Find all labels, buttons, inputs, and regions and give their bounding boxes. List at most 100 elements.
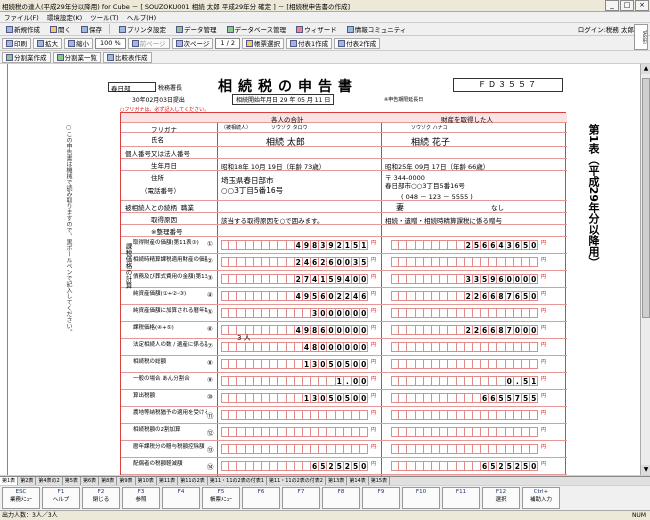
sheet-tab[interactable]: 第6表 xyxy=(81,477,100,485)
community-button[interactable]: 情報コミュニティ xyxy=(343,24,411,35)
function-key-f12[interactable]: F12 選択 xyxy=(482,487,520,509)
printer-settings-button[interactable]: プリンタ設定 xyxy=(115,24,170,35)
function-key-f1[interactable]: F1 ヘルプ xyxy=(42,487,80,509)
deceased-address2[interactable]: ○○3丁目5番16号 xyxy=(221,185,283,196)
sheet-tab[interactable]: 第5表 xyxy=(63,477,81,485)
submit-date[interactable]: 30年02月03日提出 xyxy=(132,95,185,104)
total-amount-cells[interactable]: 3000000 xyxy=(221,308,369,318)
function-key-f3[interactable]: F3 参照 xyxy=(122,487,160,509)
heir-amount-cells[interactable]: 226687000 xyxy=(391,325,539,335)
total-amount-cells[interactable]: 6525250 xyxy=(221,461,369,471)
total-amount-cells[interactable]: 13050500 xyxy=(221,393,369,403)
scroll-up-arrow[interactable]: ▲ xyxy=(641,64,650,74)
sheet-tab[interactable]: 第14表 xyxy=(347,477,369,485)
sheet-tab[interactable]: 第9表 xyxy=(117,477,136,485)
heir-amount-cells[interactable]: 6525250 xyxy=(391,461,539,471)
menu-help[interactable]: ヘルプ(H) xyxy=(123,12,160,22)
heir-amount-cells[interactable] xyxy=(391,410,539,420)
scroll-thumb[interactable] xyxy=(642,78,650,318)
prev-page-button[interactable]: 前ページ xyxy=(127,37,170,49)
total-amount-cells[interactable]: 274159400 xyxy=(221,274,369,284)
attach1-button[interactable]: 付表1作成 xyxy=(286,37,333,49)
deceased-birth[interactable]: 昭和18年 10月 19日（年齢 73歳） xyxy=(221,161,325,171)
total-amount-cells[interactable] xyxy=(221,444,369,454)
heir-birth[interactable]: 昭和25年 09月 17日（年齢 66歳） xyxy=(385,161,489,171)
sheet-tab[interactable]: 第11・11の2表の付表1 xyxy=(208,477,267,485)
zoom-in-button[interactable]: 拡大 xyxy=(33,37,62,49)
open-button[interactable]: 開く xyxy=(46,24,75,35)
maximize-button[interactable]: □ xyxy=(620,0,634,11)
sheet-tab[interactable]: 第8表 xyxy=(99,477,118,485)
split-create-button[interactable]: 分割業作成 xyxy=(2,51,51,63)
menu-tools[interactable]: ツール(T) xyxy=(86,12,123,22)
new-button[interactable]: 新規作成 xyxy=(2,24,44,35)
heir-amount-cells[interactable]: 0.51 xyxy=(391,376,539,386)
function-key-f2[interactable]: F2 閉じる xyxy=(82,487,120,509)
heir-amount-cells[interactable] xyxy=(391,257,539,267)
attach2-button[interactable]: 付表2作成 xyxy=(334,37,381,49)
function-key-f6[interactable]: F6 xyxy=(242,487,280,509)
sheet-tab[interactable]: 第10表 xyxy=(136,477,157,485)
heir-amount-cells[interactable]: 6655755 xyxy=(391,393,539,403)
heir-job[interactable]: なし xyxy=(491,202,504,212)
minimize-button[interactable]: _ xyxy=(605,0,619,11)
function-key-f9[interactable]: F9 xyxy=(362,487,400,509)
heir-cause[interactable]: 相続・遺贈・相続時精算課税に係る贈与 xyxy=(385,215,502,225)
function-key-f8[interactable]: F8 xyxy=(322,487,360,509)
total-amount-cells[interactable]: 246260035 xyxy=(221,257,369,267)
sheet-tab[interactable]: 第11の2表 xyxy=(178,477,208,485)
sheet-tab[interactable]: 第11表 xyxy=(157,477,179,485)
heir-amount-cells[interactable]: 226687650 xyxy=(391,291,539,301)
print-button[interactable]: 印刷 xyxy=(2,37,31,49)
sheet-tab[interactable]: 第15表 xyxy=(369,477,391,485)
data-manage-button[interactable]: データ管理 xyxy=(172,24,221,35)
close-button[interactable]: × xyxy=(635,0,649,11)
function-key-f11[interactable]: F11 xyxy=(442,487,480,509)
function-key-ctrl[interactable]: Ctrl+ 補助入力 xyxy=(522,487,560,509)
split-list-button[interactable]: 分割業一覧 xyxy=(52,51,101,63)
sheet-tab[interactable]: 第4表の2 xyxy=(36,477,63,485)
total-amount-cells[interactable] xyxy=(221,427,369,437)
heir-phone[interactable]: ( 048 － 123 － 5555 ) xyxy=(401,191,473,201)
heir-amount-cells[interactable]: 335960000 xyxy=(391,274,539,284)
death-date[interactable]: 相続開始年月日 29 年 05 月 11 日 xyxy=(232,94,335,105)
sheet-tab[interactable]: 第1表 xyxy=(0,477,19,485)
zoom-out-button[interactable]: 縮小 xyxy=(64,37,93,49)
scroll-down-arrow[interactable]: ▼ xyxy=(641,465,650,475)
heir-amount-cells[interactable] xyxy=(391,444,539,454)
tax-office-field[interactable]: 春日部 xyxy=(108,82,156,93)
compare-button[interactable]: 比較表作成 xyxy=(103,51,152,63)
sheet-select-button[interactable]: 帳票選択 xyxy=(242,37,284,49)
digit-cell xyxy=(302,444,312,454)
function-key-f4[interactable]: F4 xyxy=(162,487,200,509)
sheet-tab[interactable]: 第2表 xyxy=(18,477,37,485)
heir-amount-cells[interactable] xyxy=(391,427,539,437)
total-amount-cells[interactable]: 495602246 xyxy=(221,291,369,301)
function-key-f5[interactable]: F5 帳票ﾒﾆｭｰ xyxy=(202,487,240,509)
heir-amount-cells[interactable] xyxy=(391,359,539,369)
heir-relation[interactable]: 妻 xyxy=(396,202,404,213)
heirs-count[interactable]: 3 人 xyxy=(237,333,251,343)
total-amount-cells[interactable]: 13050500 xyxy=(221,359,369,369)
total-amount-cells[interactable]: 498392151 xyxy=(221,240,369,250)
function-key-esc[interactable]: ESC 業務ﾒﾆｭｰ xyxy=(2,487,40,509)
function-key-f10[interactable]: F10 xyxy=(402,487,440,509)
total-amount-cells[interactable]: 1.00 xyxy=(221,376,369,386)
next-page-button[interactable]: 次ページ xyxy=(171,37,214,49)
vertical-scrollbar[interactable]: ▲ ▼ xyxy=(640,64,650,475)
heir-amount-cells[interactable] xyxy=(391,342,539,352)
zoom-select[interactable]: 100 % xyxy=(95,37,126,49)
menu-file[interactable]: ファイル(F) xyxy=(0,12,43,22)
db-manage-button[interactable]: データベース管理 xyxy=(223,24,291,35)
wizard-button[interactable]: ウィザード xyxy=(292,24,341,35)
heir-amount-cells[interactable] xyxy=(391,308,539,318)
sheet-tab[interactable]: 第13表 xyxy=(326,477,348,485)
sheet-tab[interactable]: 第11・11の2表の付表2 xyxy=(267,477,326,485)
save-button[interactable]: 保存 xyxy=(77,24,106,35)
function-key-f7[interactable]: F7 xyxy=(282,487,320,509)
total-amount-cells[interactable]: 48000000 xyxy=(221,342,369,352)
menu-settings[interactable]: 環境設定(K) xyxy=(43,12,86,22)
total-amount-cells[interactable] xyxy=(221,410,369,420)
heir-address[interactable]: 春日部市○○3丁目5番16号 xyxy=(385,180,465,190)
heir-amount-cells[interactable]: 256643650 xyxy=(391,240,539,250)
